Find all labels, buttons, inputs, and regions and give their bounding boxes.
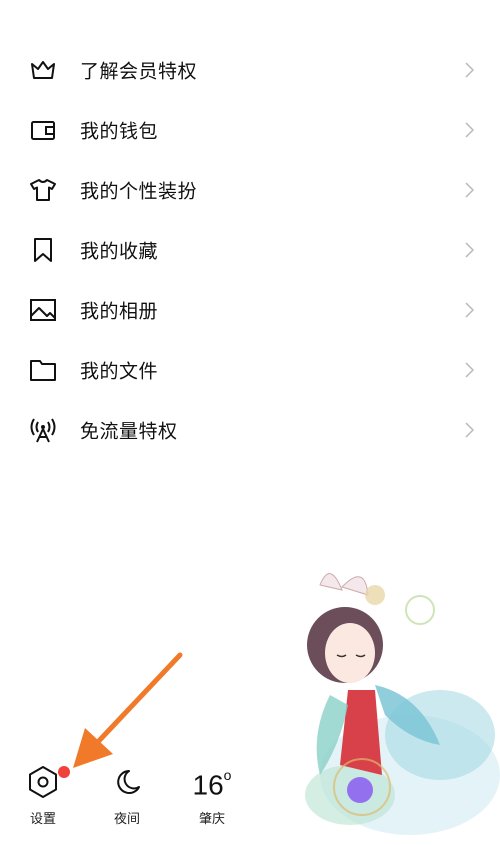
degree-symbol: o xyxy=(223,766,232,783)
menu-item-label: 免流量特权 xyxy=(80,420,178,443)
weather-temperature: 16o xyxy=(192,766,232,801)
wallet-icon xyxy=(28,115,58,145)
qq-side-drawer: 了解会员特权 我的钱包 我的个性装扮 我的收藏 我的相册 我的文件 免流量特权 … xyxy=(0,0,500,845)
weather-city-label: 肇庆 xyxy=(198,812,225,827)
chevron-right-icon xyxy=(465,362,474,378)
menu-item-photo-album[interactable]: 我的相册 xyxy=(0,280,500,340)
chevron-right-icon xyxy=(465,302,474,318)
moon-icon xyxy=(106,762,148,802)
menu-item-favorites[interactable]: 我的收藏 xyxy=(0,220,500,280)
menu-item-wallet[interactable]: 我的钱包 xyxy=(0,100,500,160)
menu-item-personal-dressup[interactable]: 我的个性装扮 xyxy=(0,160,500,220)
signal-tower-icon xyxy=(28,415,58,445)
menu-item-label: 了解会员特权 xyxy=(80,60,198,83)
chevron-right-icon xyxy=(465,242,474,258)
night-mode-label: 夜间 xyxy=(113,812,140,827)
tshirt-icon xyxy=(28,175,58,205)
settings-notification-badge xyxy=(58,766,70,778)
menu-item-vip-privileges[interactable]: 了解会员特权 xyxy=(0,40,500,100)
menu-item-label: 我的个性装扮 xyxy=(80,180,198,203)
settings-label: 设置 xyxy=(29,812,56,827)
menu-item-label: 我的钱包 xyxy=(80,120,159,143)
drawer-bottom-bar: 设置 夜间 16o 肇庆 xyxy=(0,745,500,845)
chevron-right-icon xyxy=(465,62,474,78)
menu-item-files[interactable]: 我的文件 xyxy=(0,340,500,400)
bookmark-icon xyxy=(28,235,58,265)
menu-item-label: 我的相册 xyxy=(80,300,159,323)
night-mode-button[interactable]: 夜间 xyxy=(106,762,148,827)
chevron-right-icon xyxy=(465,122,474,138)
chevron-right-icon xyxy=(465,422,474,438)
photo-album-icon xyxy=(28,295,58,325)
menu-item-label: 我的收藏 xyxy=(80,240,159,263)
settings-icon xyxy=(22,762,64,802)
crown-icon xyxy=(28,55,58,85)
chevron-right-icon xyxy=(465,182,474,198)
drawer-menu: 了解会员特权 我的钱包 我的个性装扮 我的收藏 我的相册 我的文件 免流量特权 xyxy=(0,40,500,460)
menu-item-label: 我的文件 xyxy=(80,360,159,383)
menu-item-free-data[interactable]: 免流量特权 xyxy=(0,400,500,460)
folder-icon xyxy=(28,355,58,385)
weather-widget[interactable]: 16o 肇庆 xyxy=(186,762,238,827)
